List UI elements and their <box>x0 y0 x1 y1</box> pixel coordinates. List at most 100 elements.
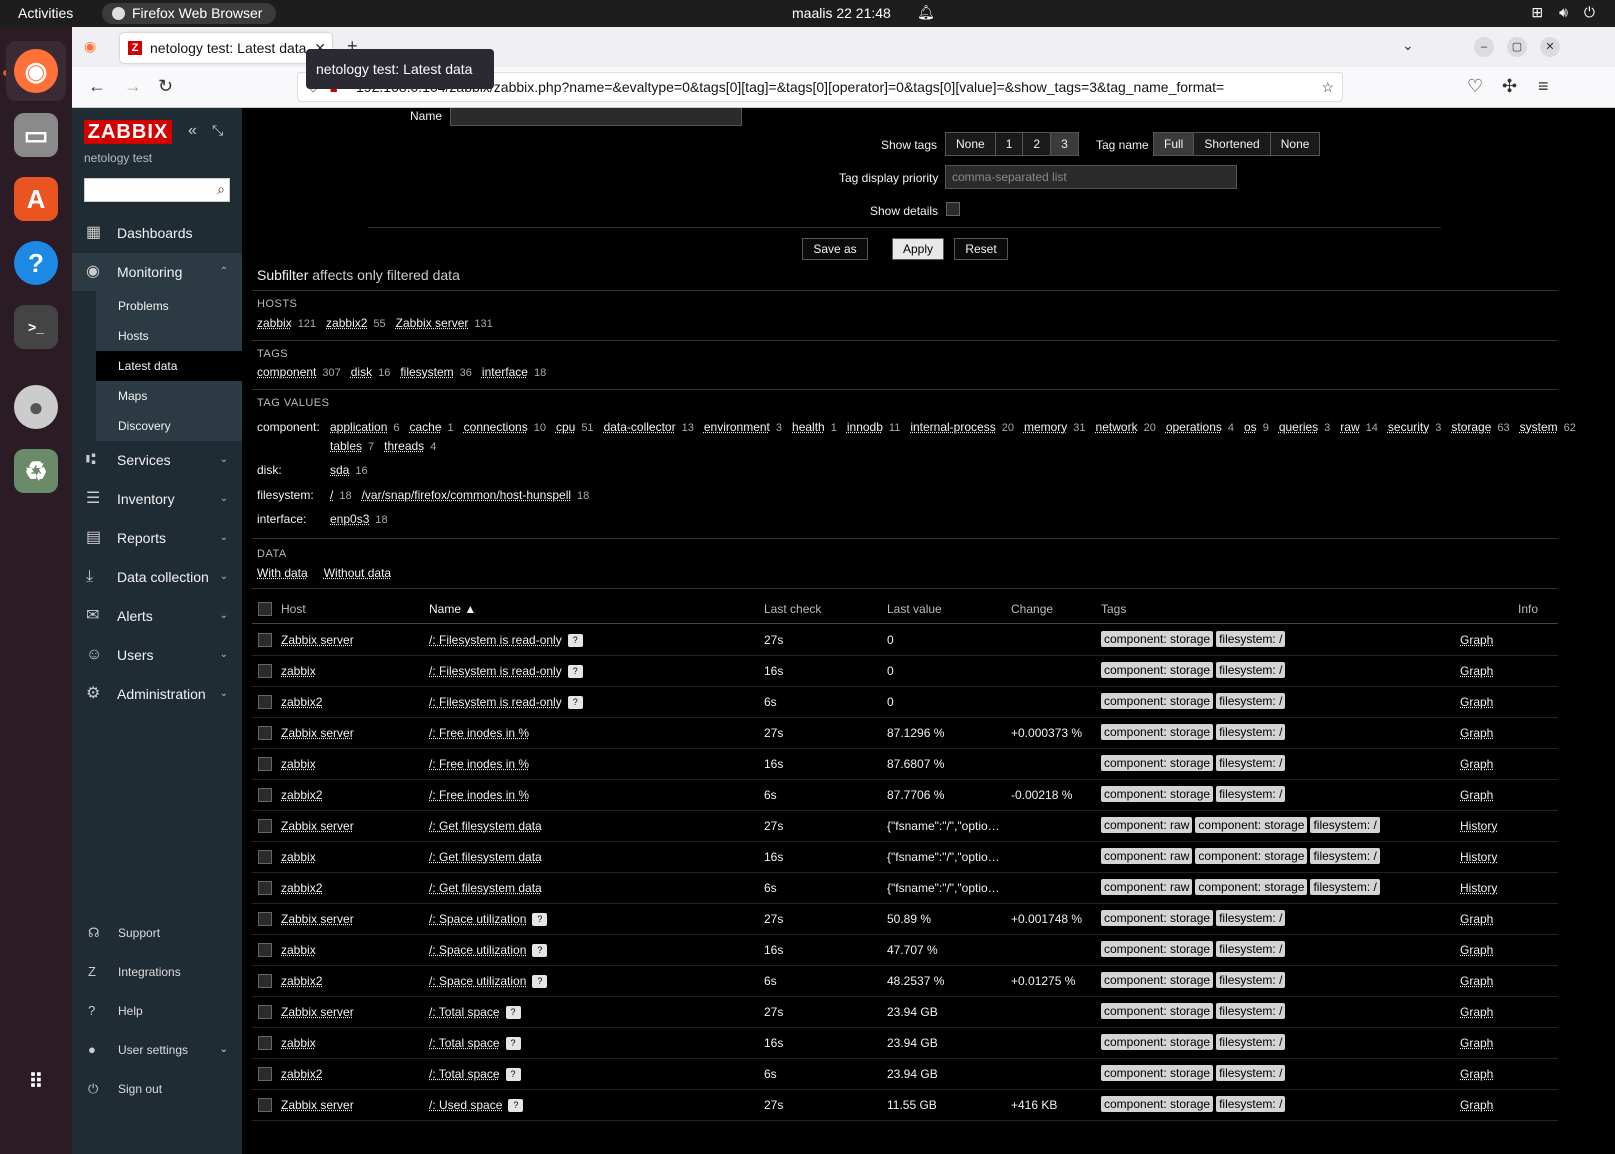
graph-link[interactable]: Graph <box>1460 1036 1493 1050</box>
firefox-view-icon[interactable]: ◉ <box>84 38 96 55</box>
host-link[interactable]: Zabbix server <box>281 1005 354 1019</box>
item-name-link[interactable]: /: Used space <box>429 1098 502 1112</box>
row-checkbox[interactable] <box>258 726 272 740</box>
row-checkbox[interactable] <box>258 819 272 833</box>
item-name-link[interactable]: /: Filesystem is read-only <box>429 695 562 709</box>
minimize-icon[interactable]: – <box>1474 37 1494 57</box>
show-details-checkbox[interactable] <box>946 202 960 216</box>
tag-badge[interactable]: filesystem: / <box>1310 848 1380 864</box>
item-name[interactable]: /: Space utilization? <box>429 912 548 927</box>
tag-badge[interactable]: component: storage <box>1101 755 1214 771</box>
graph-link[interactable]: Graph <box>1460 974 1493 988</box>
submenu-latest-data[interactable]: Latest data <box>96 351 242 381</box>
row-checkbox[interactable] <box>258 943 272 957</box>
collapse-sidebar-icon[interactable]: « <box>188 122 197 140</box>
host-link[interactable]: zabbix2 <box>281 974 322 988</box>
tag-badge[interactable]: filesystem: / <box>1216 1065 1286 1081</box>
graph-link[interactable]: Graph <box>1460 1098 1493 1112</box>
row-checkbox[interactable] <box>258 881 272 895</box>
reload-icon[interactable]: ↻ <box>158 76 173 97</box>
item-name[interactable]: /: Filesystem is read-only? <box>429 633 583 648</box>
menu-sign-out[interactable]: ⏻ Sign out <box>72 1071 242 1107</box>
subfilter-link[interactable]: / <box>330 488 333 502</box>
item-name-link[interactable]: /: Filesystem is read-only <box>429 664 562 678</box>
subfilter-link[interactable]: innodb <box>847 420 883 434</box>
description-icon[interactable]: ? <box>505 1037 521 1051</box>
tag-badge[interactable]: component: raw <box>1101 848 1193 864</box>
tag-name-shortened[interactable]: Shortened <box>1194 133 1271 155</box>
row-checkbox[interactable] <box>258 1005 272 1019</box>
tag-name-full[interactable]: Full <box>1154 133 1195 155</box>
subfilter-link[interactable]: interface <box>482 365 528 379</box>
host-link[interactable]: zabbix <box>281 664 316 678</box>
tag-badge[interactable]: component: storage <box>1101 972 1214 988</box>
description-icon[interactable]: ? <box>567 634 583 648</box>
item-name[interactable]: /: Get filesystem data <box>429 881 542 895</box>
graph-link[interactable]: History <box>1460 819 1497 833</box>
tag-badge[interactable]: filesystem: / <box>1216 693 1286 709</box>
show-tags-selector[interactable]: None 1 2 3 <box>945 132 1079 156</box>
subfilter-link[interactable]: enp0s3 <box>330 512 369 526</box>
item-name-link[interactable]: /: Space utilization <box>429 943 526 957</box>
menu-alerts[interactable]: ✉ Alerts ⌄ <box>72 597 242 635</box>
tag-badge[interactable]: component: storage <box>1101 910 1214 926</box>
list-tabs-icon[interactable]: ⌄ <box>1402 37 1414 54</box>
graph-link[interactable]: History <box>1460 881 1497 895</box>
menu-reports[interactable]: ▤ Reports ⌄ <box>72 519 242 557</box>
header-host[interactable]: Host <box>281 602 306 616</box>
host-link[interactable]: zabbix <box>281 943 316 957</box>
menu-user-settings[interactable]: ● User settings ⌄ <box>72 1032 242 1068</box>
tag-badge[interactable]: filesystem: / <box>1310 879 1380 895</box>
item-name[interactable]: /: Get filesystem data <box>429 850 542 864</box>
item-name[interactable]: /: Filesystem is read-only? <box>429 695 583 710</box>
subfilter-link[interactable]: filesystem <box>400 365 453 379</box>
tag-badge[interactable]: component: storage <box>1101 693 1214 709</box>
system-tray[interactable]: ⊞ 🔊︎ ⏻ <box>1531 4 1595 21</box>
activities-button[interactable]: Activities <box>18 5 73 21</box>
host-link[interactable]: Zabbix server <box>281 912 354 926</box>
show-tags-none[interactable]: None <box>946 133 996 155</box>
tag-badge[interactable]: component: storage <box>1195 879 1308 895</box>
item-name-link[interactable]: /: Get filesystem data <box>429 819 542 833</box>
select-all-checkbox[interactable] <box>258 602 272 616</box>
item-name[interactable]: /: Space utilization? <box>429 943 548 958</box>
menu-services[interactable]: ⑆ Services ⌄ <box>72 441 242 479</box>
subfilter-link[interactable]: storage <box>1451 420 1491 434</box>
graph-link[interactable]: Graph <box>1460 1067 1493 1081</box>
tag-badge[interactable]: component: raw <box>1101 817 1193 833</box>
sidebar-search-input[interactable]: ⌕ <box>84 178 230 202</box>
bookmark-star-icon[interactable]: ☆ <box>1321 73 1334 101</box>
tag-badge[interactable]: component: storage <box>1101 1065 1214 1081</box>
menu-data-collection[interactable]: ⤓ Data collection ⌄ <box>72 558 242 596</box>
submenu-discovery[interactable]: Discovery <box>96 411 242 441</box>
tag-name-selector[interactable]: Full Shortened None <box>1153 132 1321 156</box>
row-checkbox[interactable] <box>258 633 272 647</box>
tag-badge[interactable]: component: raw <box>1101 879 1193 895</box>
menu-help[interactable]: ? Help <box>72 993 242 1029</box>
zabbix-logo[interactable]: ZABBIX <box>84 120 172 144</box>
subfilter-link[interactable]: component <box>257 365 316 379</box>
menu-dashboards[interactable]: ▦ Dashboards <box>72 214 242 252</box>
forward-icon[interactable]: → <box>124 76 142 97</box>
subfilter-link[interactable]: health <box>792 420 825 434</box>
row-checkbox[interactable] <box>258 664 272 678</box>
submenu-hosts[interactable]: Hosts <box>96 321 242 351</box>
header-last-value[interactable]: Last value <box>887 602 942 616</box>
row-checkbox[interactable] <box>258 1067 272 1081</box>
apply-button[interactable]: Apply <box>892 238 944 260</box>
subfilter-link[interactable]: disk <box>351 365 372 379</box>
tag-badge[interactable]: filesystem: / <box>1216 755 1286 771</box>
subfilter-link[interactable]: sda <box>330 463 349 477</box>
dock-files[interactable]: ▭ <box>6 105 66 165</box>
menu-users[interactable]: ☺ Users ⌄ <box>72 636 242 674</box>
row-checkbox[interactable] <box>258 695 272 709</box>
host-link[interactable]: zabbix2 <box>281 881 322 895</box>
host-link[interactable]: zabbix2 <box>281 695 322 709</box>
item-name[interactable]: /: Total space? <box>429 1036 521 1051</box>
search-icon[interactable]: ⌕ <box>217 181 225 198</box>
graph-link[interactable]: Graph <box>1460 695 1493 709</box>
tag-badge[interactable]: component: storage <box>1101 1003 1214 1019</box>
item-name[interactable]: /: Free inodes in % <box>429 788 529 802</box>
graph-link[interactable]: History <box>1460 850 1497 864</box>
item-name-link[interactable]: /: Space utilization <box>429 974 526 988</box>
